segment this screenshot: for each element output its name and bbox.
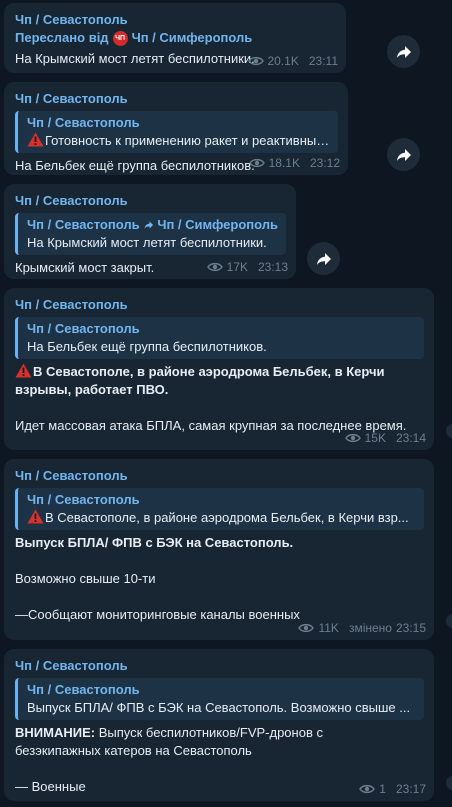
reply-text-row: Готовность к применению ракет и реактивн… — [27, 132, 330, 150]
share-icon — [396, 148, 412, 162]
message-text: Выпуск беспилотников/FVP-дронов с — [95, 725, 323, 740]
message-bubble[interactable]: Чп / Севастополь Чп / Севастополь Выпуск… — [4, 649, 434, 801]
views-icon — [359, 784, 375, 794]
reply-text: На Бельбек ещё группа беспилотников. — [27, 339, 267, 354]
warning-icon — [27, 509, 44, 524]
message-time: 23:11 — [308, 54, 338, 68]
share-button[interactable] — [387, 35, 420, 68]
views-icon — [249, 158, 265, 168]
message-bold-line: Выпуск БПЛА/ ФПВ с БЭК на Севастополь. — [15, 534, 424, 552]
message-time: 23:15 — [395, 621, 426, 635]
share-button[interactable] — [387, 138, 420, 171]
message-meta: 1 23:17 — [359, 782, 426, 796]
message-bold-text: Выпуск БПЛА/ ФПВ с БЭК на Севастополь. — [15, 535, 294, 550]
message-text: Возможно свыше 10-ти — [15, 571, 156, 586]
view-count: 18.1K — [268, 156, 300, 170]
reply-author: Чп / Севастополь — [27, 115, 140, 130]
reply-author: Чп / Севастополь — [27, 492, 140, 507]
message-time: 23:12 — [309, 156, 340, 170]
reply-text: Выпуск БПЛА/ ФПВ с БЭК на Севастополь. В… — [27, 700, 411, 715]
sender-name[interactable]: Чп / Севастополь — [15, 192, 286, 210]
scroll-edge-button[interactable] — [446, 614, 452, 628]
message-bubble[interactable]: Чп / Севастополь Чп / Севастополь На Бел… — [4, 288, 434, 450]
reply-author-from: Чп / Севастополь — [27, 217, 140, 232]
warning-icon — [15, 363, 32, 378]
message-bubble[interactable]: Чп / Севастополь Чп / Севастополь Чп / С… — [4, 184, 296, 279]
reply-author: Чп / Севастополь Чп / Симферополь — [27, 216, 278, 234]
share-button[interactable] — [307, 242, 340, 275]
message-meta: 15K 23:14 — [345, 431, 426, 445]
sender-name[interactable]: Чп / Севастополь — [15, 657, 424, 675]
forward-arrow-icon — [144, 221, 153, 229]
message-bold-line: В Севастополе, в районе аэродрома Бельбе… — [15, 363, 424, 381]
reply-author: Чп / Севастополь — [27, 682, 140, 697]
message-meta: 17K 23:13 — [207, 260, 288, 274]
view-count: 11K — [318, 621, 339, 635]
view-count: 17K — [226, 260, 248, 274]
reply-author: Чп / Севастополь — [27, 321, 140, 336]
reply-preview[interactable]: Чп / Севастополь В Севастополе, в районе… — [15, 488, 424, 530]
message-meta: 20.1K 23:11 — [248, 54, 338, 68]
message-bubble[interactable]: Чп / Севастополь Переслано від ЧП Чп / С… — [4, 3, 346, 73]
sender-name[interactable]: Чп / Севастополь — [15, 467, 424, 485]
message-bold-prefix: ВНИМАНИЕ: — [15, 725, 96, 740]
views-icon — [207, 262, 223, 272]
reply-text: Готовность к применению ракет и реактивн… — [45, 133, 330, 148]
message-time: 23:17 — [395, 782, 426, 796]
message-bold-text: взрывы, работает ПВО. — [15, 382, 169, 397]
reply-author-to: Чп / Симферополь — [157, 217, 278, 232]
channel-avatar-icon: ЧП — [112, 30, 128, 46]
views-icon — [345, 433, 361, 443]
warning-icon — [27, 132, 44, 147]
forwarded-header[interactable]: Переслано від ЧП Чп / Симферополь — [15, 29, 336, 47]
reply-text: На Крымский мост летят беспилотники. — [27, 235, 267, 250]
edited-label: змінено — [348, 621, 392, 635]
forwarded-source[interactable]: Чп / Симферополь — [132, 29, 253, 47]
message-bold-line-2: взрывы, работает ПВО. — [15, 381, 424, 399]
message-meta: 11K змінено 23:15 — [298, 621, 426, 635]
views-icon — [248, 56, 264, 66]
message-time: 23:13 — [257, 260, 288, 274]
scroll-edge-button[interactable] — [446, 424, 452, 438]
sender-name[interactable]: Чп / Севастополь — [15, 296, 424, 314]
view-count: 20.1K — [267, 54, 299, 68]
message-text: безэкипажных катеров на Севастополь — [15, 743, 252, 758]
share-icon — [396, 45, 412, 59]
reply-text-row: В Севастополе, в районе аэродрома Бельбе… — [27, 509, 416, 527]
message-time: 23:14 — [395, 431, 426, 445]
view-count: 1 — [379, 782, 386, 796]
reply-preview[interactable]: Чп / Севастополь На Бельбек ещё группа б… — [15, 317, 424, 359]
message-bubble[interactable]: Чп / Севастополь Чп / Севастополь В Сева… — [4, 459, 434, 640]
message-meta: 18.1K 23:12 — [249, 156, 340, 170]
reply-preview[interactable]: Чп / Севастополь Чп / Симферополь На Кры… — [15, 213, 286, 255]
message-bubble[interactable]: Чп / Севастополь Чп / Севастополь Готовн… — [4, 82, 348, 175]
reply-preview[interactable]: Чп / Севастополь Выпуск БПЛА/ ФПВ с БЭК … — [15, 678, 424, 720]
forwarded-prefix: Переслано від — [15, 30, 109, 45]
message-bold-text: В Севастополе, в районе аэродрома Бельбе… — [33, 364, 385, 379]
scroll-edge-button[interactable] — [446, 776, 452, 790]
reply-preview[interactable]: Чп / Севастополь Готовность к применению… — [15, 111, 338, 153]
view-count: 15K — [364, 431, 386, 445]
sender-name[interactable]: Чп / Севастополь — [15, 90, 338, 108]
share-icon — [316, 252, 332, 266]
reply-text: В Севастополе, в районе аэродрома Бельбе… — [45, 510, 409, 525]
views-icon — [298, 623, 314, 633]
message-text-line: ВНИМАНИЕ: Выпуск беспилотников/FVP-дроно… — [15, 724, 424, 742]
sender-name[interactable]: Чп / Севастополь — [15, 11, 336, 29]
